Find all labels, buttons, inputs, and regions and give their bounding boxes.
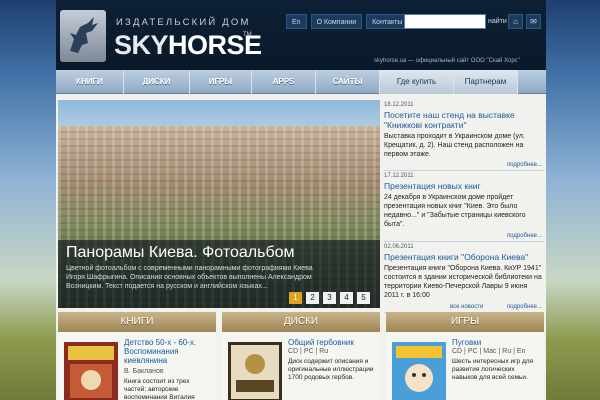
home-icon[interactable]: ⌂ (508, 14, 523, 29)
column-item-desc: Книга состоит из трех частей: авторские … (124, 378, 195, 400)
column-item-platform: CD | PC | Ru (288, 348, 329, 355)
slider-text: Цветной фотоальбом с современными панора… (66, 265, 313, 290)
mail-icon[interactable]: ✉ (526, 14, 541, 29)
search-button[interactable]: найти (488, 14, 507, 29)
news-title[interactable]: Презентация книги "Оборона Киева" (384, 252, 544, 262)
header: ИЗДАТЕЛЬСКИЙ ДОМ SKYHORSE TM En О Компан… (56, 0, 546, 70)
news-date: 18.12.2011 (384, 102, 414, 108)
top-links: En О Компании Контакты (286, 14, 409, 29)
column-item-title[interactable]: Детство 50-х - 60-х. Воспоминания киевля… (124, 338, 214, 365)
news-more-link[interactable]: подробнее... (507, 162, 542, 168)
search-input[interactable] (404, 14, 486, 29)
pegasus-logo-icon (60, 10, 106, 62)
about-link[interactable]: О Компании (310, 14, 363, 29)
games-column: ИГРЫ Пуговки CD | PC | Mac | Ru | En Шес… (386, 312, 544, 400)
slider-page-4[interactable]: 4 (340, 292, 353, 304)
news-text: Презентация книги "Оборона Киева. КиУР 1… (384, 265, 542, 299)
all-news-link[interactable]: все новости (450, 304, 483, 310)
news-date: 02.06.2011 (384, 244, 414, 250)
nav-apps[interactable]: APPS (252, 70, 316, 94)
slider-title[interactable]: Панорамы Киева. Фотоальбом (66, 244, 372, 262)
news-title[interactable]: Презентация новых книг (384, 181, 544, 191)
logo-tagline: ИЗДАТЕЛЬСКИЙ ДОМ (116, 17, 251, 28)
column-item-title[interactable]: Пуговки (452, 338, 542, 347)
slider-page-5[interactable]: 5 (357, 292, 370, 304)
news-item: 18.12.2011 Посетите наш стенд на выставк… (384, 100, 544, 171)
news-title[interactable]: Посетите наш стенд на выставке "Книжкові… (384, 110, 544, 130)
main-nav: КНИГИ ДИСКИ ИГРЫ APPS САЙТЫ Где купить П… (56, 70, 546, 94)
books-column: КНИГИ Детство 50-х - 60-х. Воспоминания … (58, 312, 216, 400)
column-item-author: В. Бакланов (124, 368, 164, 375)
slider-page-2[interactable]: 2 (306, 292, 319, 304)
disc-cover-image[interactable] (228, 342, 282, 400)
site-note: skyhorse.ua — официальный сайт ООО "Скай… (374, 58, 520, 64)
nav-sites[interactable]: САЙТЫ (316, 70, 380, 94)
column-item-title[interactable]: Общий гербовник (288, 338, 378, 347)
slider-pager: 1 2 3 4 5 (289, 292, 370, 304)
nav-games[interactable]: ИГРЫ (190, 70, 252, 94)
column-item-desc: Шесть интересных игр для развития логиче… (452, 358, 534, 381)
column-header[interactable]: КНИГИ (58, 312, 216, 332)
nav-partners[interactable]: Партнерам (454, 70, 518, 94)
nav-discs[interactable]: ДИСКИ (124, 70, 190, 94)
news-list: 18.12.2011 Посетите наш стенд на выставк… (384, 100, 544, 313)
news-more-link[interactable]: подробнее... (507, 304, 542, 310)
contacts-link[interactable]: Контакты (366, 14, 409, 29)
news-more-link[interactable]: подробнее... (507, 233, 542, 239)
nav-where-to-buy[interactable]: Где купить (380, 70, 454, 94)
featured-slider[interactable]: Панорамы Киева. Фотоальбом Цветной фотоа… (58, 100, 380, 308)
news-text: 24 декабря в Украинском доме пройдет пре… (384, 194, 526, 228)
header-icons: ⌂ ✉ (508, 14, 541, 29)
news-item: 17.12.2011 Презентация новых книг 24 дек… (384, 171, 544, 242)
news-text: Выставка проходит в Украинском доме (ул.… (384, 133, 525, 158)
book-cover-image[interactable] (64, 342, 118, 400)
nav-books[interactable]: КНИГИ (56, 70, 124, 94)
news-date: 17.12.2011 (384, 173, 414, 179)
trademark: TM (243, 32, 252, 38)
logo[interactable]: ИЗДАТЕЛЬСКИЙ ДОМ SKYHORSE TM (60, 10, 262, 66)
news-item: 02.06.2011 Презентация книги "Оборона Ки… (384, 242, 544, 313)
column-item-platform: CD | PC | Mac | Ru | En (452, 348, 526, 355)
slider-page-1[interactable]: 1 (289, 292, 302, 304)
column-header[interactable]: ИГРЫ (386, 312, 544, 332)
page: ИЗДАТЕЛЬСКИЙ ДОМ SKYHORSE TM En О Компан… (56, 0, 546, 400)
logo-name: SKYHORSE (114, 30, 262, 60)
game-cover-image[interactable] (392, 342, 446, 400)
lang-en-link[interactable]: En (286, 14, 307, 29)
column-header[interactable]: ДИСКИ (222, 312, 380, 332)
column-item-desc: Диск содержит описания и оригинальные ил… (288, 358, 374, 381)
discs-column: ДИСКИ Общий гербовник CD | PC | Ru Диск … (222, 312, 380, 400)
slider-page-3[interactable]: 3 (323, 292, 336, 304)
catalog-columns: КНИГИ Детство 50-х - 60-х. Воспоминания … (58, 312, 544, 400)
